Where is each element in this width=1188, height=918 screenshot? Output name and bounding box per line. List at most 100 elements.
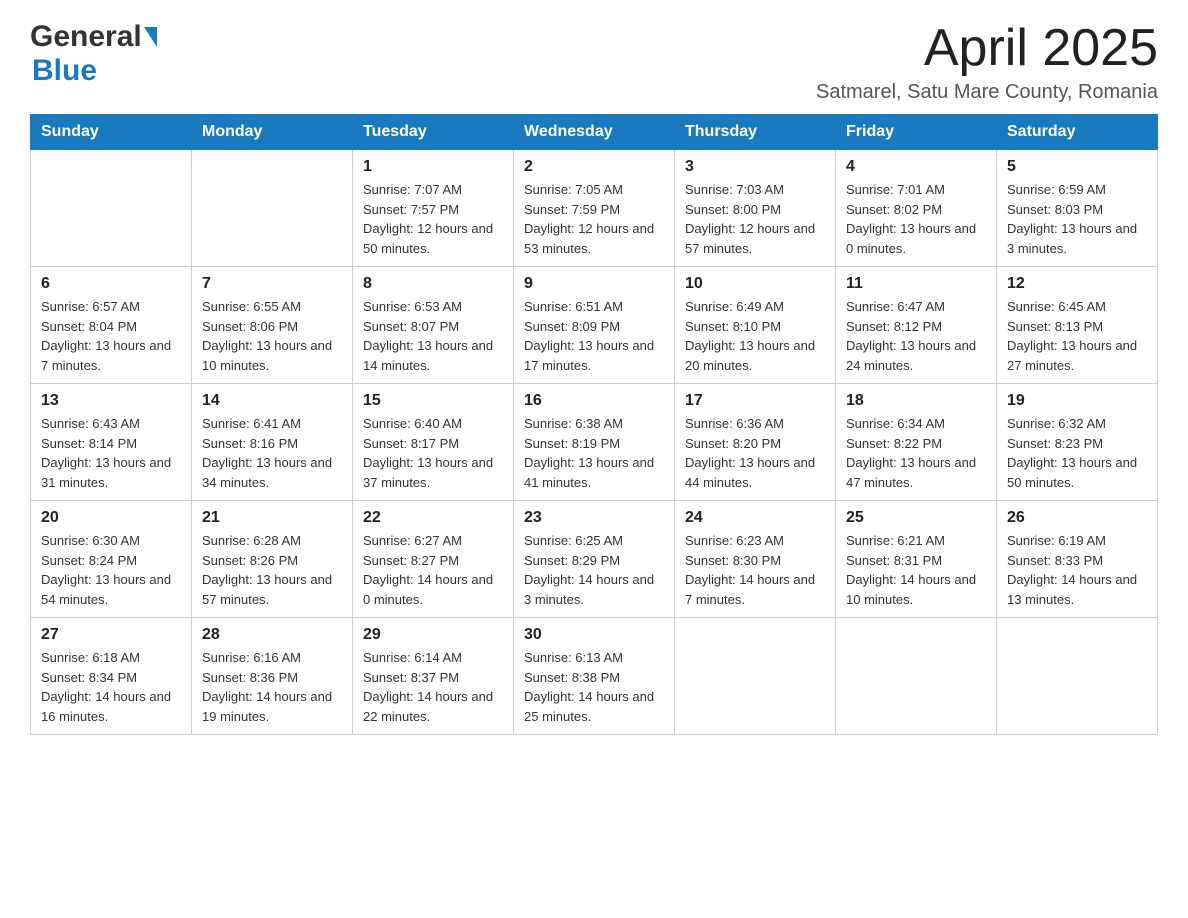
day-number-15: 15 <box>363 392 503 410</box>
empty-cell <box>192 150 353 267</box>
day-cell-7: 7 Sunrise: 6:55 AMSunset: 8:06 PMDaylight… <box>192 267 353 384</box>
day-number-19: 19 <box>1007 392 1147 410</box>
header-tuesday: Tuesday <box>353 115 514 150</box>
day-cell-10: 10Sunrise: 6:49 AMSunset: 8:10 PMDayligh… <box>675 267 836 384</box>
day-info-26: Sunrise: 6:19 AMSunset: 8:33 PMDaylight:… <box>1007 531 1147 609</box>
week-row-3: 13Sunrise: 6:43 AMSunset: 8:14 PMDayligh… <box>31 384 1158 501</box>
day-info-19: Sunrise: 6:32 AMSunset: 8:23 PMDaylight:… <box>1007 414 1147 492</box>
day-cell-1: 1 Sunrise: 7:07 AMSunset: 7:57 PMDaylight… <box>353 150 514 267</box>
day-info-13: Sunrise: 6:43 AMSunset: 8:14 PMDaylight:… <box>41 414 181 492</box>
logo-arrow-icon <box>144 27 157 47</box>
day-cell-3: 3 Sunrise: 7:03 AMSunset: 8:00 PMDaylight… <box>675 150 836 267</box>
empty-cell <box>675 618 836 735</box>
day-number-29: 29 <box>363 626 503 644</box>
day-info-17: Sunrise: 6:36 AMSunset: 8:20 PMDaylight:… <box>685 414 825 492</box>
day-cell-19: 19 Sunrise: 6:32 AMSunset: 8:23 PMDayligh… <box>997 384 1158 501</box>
week-row-1: 1 Sunrise: 7:07 AMSunset: 7:57 PMDaylight… <box>31 150 1158 267</box>
title-area: April 2025 Satmarel, Satu Mare County, R… <box>816 20 1158 104</box>
header-friday: Friday <box>836 115 997 150</box>
empty-cell <box>997 618 1158 735</box>
day-cell-25: 25Sunrise: 6:21 AMSunset: 8:31 PMDayligh… <box>836 501 997 618</box>
day-info-4: Sunrise: 7:01 AMSunset: 8:02 PMDaylight:… <box>846 180 986 258</box>
main-title: April 2025 <box>816 20 1158 77</box>
logo: General Blue <box>30 20 158 88</box>
day-info-27: Sunrise: 6:18 AMSunset: 8:34 PMDaylight:… <box>41 648 181 726</box>
header-saturday: Saturday <box>997 115 1158 150</box>
day-number-11: 11 <box>846 275 986 293</box>
day-info-28: Sunrise: 6:16 AMSunset: 8:36 PMDaylight:… <box>202 648 342 726</box>
subtitle: Satmarel, Satu Mare County, Romania <box>816 81 1158 104</box>
day-info-12: Sunrise: 6:45 AMSunset: 8:13 PMDaylight:… <box>1007 297 1147 375</box>
day-info-7: Sunrise: 6:55 AMSunset: 8:06 PMDaylight:… <box>202 297 342 375</box>
day-number-27: 27 <box>41 626 181 644</box>
day-number-4: 4 <box>846 158 986 176</box>
day-info-20: Sunrise: 6:30 AMSunset: 8:24 PMDaylight:… <box>41 531 181 609</box>
day-info-29: Sunrise: 6:14 AMSunset: 8:37 PMDaylight:… <box>363 648 503 726</box>
day-info-9: Sunrise: 6:51 AMSunset: 8:09 PMDaylight:… <box>524 297 664 375</box>
day-cell-28: 28Sunrise: 6:16 AMSunset: 8:36 PMDayligh… <box>192 618 353 735</box>
day-info-24: Sunrise: 6:23 AMSunset: 8:30 PMDaylight:… <box>685 531 825 609</box>
day-cell-22: 22 Sunrise: 6:27 AMSunset: 8:27 PMDayligh… <box>353 501 514 618</box>
day-number-2: 2 <box>524 158 664 176</box>
day-info-18: Sunrise: 6:34 AMSunset: 8:22 PMDaylight:… <box>846 414 986 492</box>
day-number-3: 3 <box>685 158 825 176</box>
day-cell-8: 8 Sunrise: 6:53 AMSunset: 8:07 PMDaylight… <box>353 267 514 384</box>
empty-cell <box>31 150 192 267</box>
calendar-header-row: SundayMondayTuesdayWednesdayThursdayFrid… <box>31 115 1158 150</box>
header-wednesday: Wednesday <box>514 115 675 150</box>
day-info-8: Sunrise: 6:53 AMSunset: 8:07 PMDaylight:… <box>363 297 503 375</box>
header-thursday: Thursday <box>675 115 836 150</box>
day-cell-4: 4 Sunrise: 7:01 AMSunset: 8:02 PMDaylight… <box>836 150 997 267</box>
day-number-21: 21 <box>202 509 342 527</box>
header-sunday: Sunday <box>31 115 192 150</box>
day-cell-2: 2 Sunrise: 7:05 AMSunset: 7:59 PMDaylight… <box>514 150 675 267</box>
day-number-6: 6 <box>41 275 181 293</box>
day-cell-15: 15Sunrise: 6:40 AMSunset: 8:17 PMDayligh… <box>353 384 514 501</box>
day-number-17: 17 <box>685 392 825 410</box>
day-info-11: Sunrise: 6:47 AMSunset: 8:12 PMDaylight:… <box>846 297 986 375</box>
day-cell-27: 27 Sunrise: 6:18 AMSunset: 8:34 PMDayligh… <box>31 618 192 735</box>
day-number-12: 12 <box>1007 275 1147 293</box>
day-number-25: 25 <box>846 509 986 527</box>
day-number-18: 18 <box>846 392 986 410</box>
day-number-24: 24 <box>685 509 825 527</box>
day-number-8: 8 <box>363 275 503 293</box>
day-cell-9: 9Sunrise: 6:51 AMSunset: 8:09 PMDaylight… <box>514 267 675 384</box>
week-row-5: 27 Sunrise: 6:18 AMSunset: 8:34 PMDayligh… <box>31 618 1158 735</box>
day-info-22: Sunrise: 6:27 AMSunset: 8:27 PMDaylight:… <box>363 531 503 609</box>
day-info-1: Sunrise: 7:07 AMSunset: 7:57 PMDaylight:… <box>363 180 503 258</box>
day-cell-13: 13Sunrise: 6:43 AMSunset: 8:14 PMDayligh… <box>31 384 192 501</box>
day-cell-17: 17 Sunrise: 6:36 AMSunset: 8:20 PMDayligh… <box>675 384 836 501</box>
day-number-30: 30 <box>524 626 664 644</box>
day-number-22: 22 <box>363 509 503 527</box>
day-number-26: 26 <box>1007 509 1147 527</box>
day-info-30: Sunrise: 6:13 AMSunset: 8:38 PMDaylight:… <box>524 648 664 726</box>
calendar-table: SundayMondayTuesdayWednesdayThursdayFrid… <box>30 114 1158 735</box>
day-info-16: Sunrise: 6:38 AMSunset: 8:19 PMDaylight:… <box>524 414 664 492</box>
day-cell-6: 6Sunrise: 6:57 AMSunset: 8:04 PMDaylight… <box>31 267 192 384</box>
day-cell-30: 30 Sunrise: 6:13 AMSunset: 8:38 PMDayligh… <box>514 618 675 735</box>
day-cell-23: 23Sunrise: 6:25 AMSunset: 8:29 PMDayligh… <box>514 501 675 618</box>
day-cell-20: 20 Sunrise: 6:30 AMSunset: 8:24 PMDayligh… <box>31 501 192 618</box>
day-number-14: 14 <box>202 392 342 410</box>
day-cell-21: 21 Sunrise: 6:28 AMSunset: 8:26 PMDayligh… <box>192 501 353 618</box>
day-number-5: 5 <box>1007 158 1147 176</box>
day-cell-5: 5 Sunrise: 6:59 AMSunset: 8:03 PMDaylight… <box>997 150 1158 267</box>
header-monday: Monday <box>192 115 353 150</box>
empty-cell <box>836 618 997 735</box>
day-info-10: Sunrise: 6:49 AMSunset: 8:10 PMDaylight:… <box>685 297 825 375</box>
day-cell-29: 29 Sunrise: 6:14 AMSunset: 8:37 PMDayligh… <box>353 618 514 735</box>
day-number-20: 20 <box>41 509 181 527</box>
day-info-21: Sunrise: 6:28 AMSunset: 8:26 PMDaylight:… <box>202 531 342 609</box>
day-cell-16: 16 Sunrise: 6:38 AMSunset: 8:19 PMDayligh… <box>514 384 675 501</box>
day-number-7: 7 <box>202 275 342 293</box>
week-row-4: 20 Sunrise: 6:30 AMSunset: 8:24 PMDayligh… <box>31 501 1158 618</box>
day-number-16: 16 <box>524 392 664 410</box>
day-info-2: Sunrise: 7:05 AMSunset: 7:59 PMDaylight:… <box>524 180 664 258</box>
day-info-5: Sunrise: 6:59 AMSunset: 8:03 PMDaylight:… <box>1007 180 1147 258</box>
day-cell-11: 11 Sunrise: 6:47 AMSunset: 8:12 PMDayligh… <box>836 267 997 384</box>
day-number-1: 1 <box>363 158 503 176</box>
logo-blue: Blue <box>32 54 97 87</box>
day-cell-26: 26 Sunrise: 6:19 AMSunset: 8:33 PMDayligh… <box>997 501 1158 618</box>
day-info-3: Sunrise: 7:03 AMSunset: 8:00 PMDaylight:… <box>685 180 825 258</box>
